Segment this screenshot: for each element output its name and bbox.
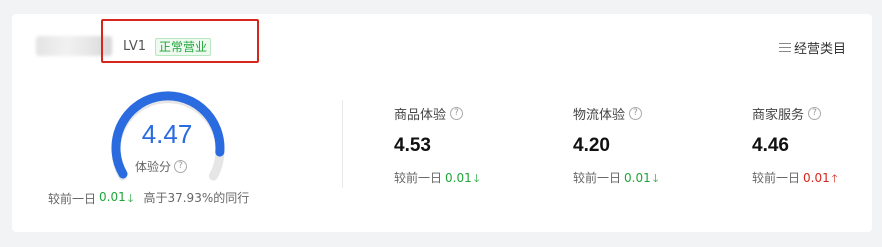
metric-compare-prefix: 较前一日 — [573, 171, 622, 185]
overall-compare-value: 0.01 — [99, 190, 126, 204]
metric-value: 4.46 — [752, 135, 789, 156]
section-divider — [342, 100, 343, 188]
business-category-link[interactable]: 经营类目 — [778, 38, 846, 57]
metric-compare-value: 0.01 — [445, 171, 472, 185]
metric-compare: 较前一日 0.01 🡑 — [752, 169, 837, 189]
metric-value: 4.20 — [573, 135, 610, 156]
metric-title: 物流体验 — [573, 108, 626, 123]
metric-merchant-service: 商家服务 ? 4.46 较前一日 0.01 🡑 — [752, 104, 837, 189]
metric-compare-value: 0.01 — [624, 171, 651, 185]
list-icon — [778, 42, 791, 53]
help-circle-icon[interactable]: ? — [808, 107, 822, 120]
overall-score: 4.47 — [141, 119, 193, 149]
metric-logistics-experience: 物流体验 ? 4.20 较前一日 0.01 🡓 — [573, 104, 658, 189]
metric-title: 商家服务 — [752, 108, 805, 123]
metric-product-experience: 商品体验 ? 4.53 较前一日 0.01 🡓 — [394, 104, 479, 189]
business-category-label: 经营类目 — [793, 42, 846, 57]
metric-title: 商品体验 — [394, 108, 447, 123]
metric-compare: 较前一日 0.01 🡓 — [573, 169, 658, 189]
arrow-down-icon: 🡓 — [127, 192, 134, 205]
overall-compare: 较前一日 0.01 🡓 高于37.93%的同行 — [48, 190, 263, 209]
shop-level: LV1 — [123, 39, 146, 54]
metric-compare-value: 0.01 — [803, 171, 830, 185]
help-circle-icon[interactable]: ? — [450, 107, 464, 120]
metric-value: 4.53 — [394, 135, 431, 156]
arrow-up-icon: 🡑 — [831, 172, 838, 185]
arrow-down-icon: 🡓 — [473, 172, 480, 185]
status-badge: 正常营业 — [155, 38, 212, 56]
overall-score-label: 体验分 ? — [135, 158, 188, 175]
help-circle-icon[interactable]: ? — [174, 160, 188, 173]
help-circle-icon[interactable]: ? — [629, 107, 643, 120]
metric-compare: 较前一日 0.01 🡓 — [394, 169, 479, 189]
metric-compare-prefix: 较前一日 — [752, 171, 801, 185]
overall-compare-prefix: 较前一日 — [48, 192, 97, 206]
overall-score-title: 体验分 — [135, 160, 172, 174]
peer-percentile: 高于37.93%的同行 — [143, 191, 250, 205]
arrow-down-icon: 🡓 — [652, 172, 659, 185]
metric-compare-prefix: 较前一日 — [394, 171, 443, 185]
shop-score-card: LV1 正常营业 经营类目 4.47 体验分 ? 较前一日 0.01 🡓 高于3… — [12, 14, 872, 232]
